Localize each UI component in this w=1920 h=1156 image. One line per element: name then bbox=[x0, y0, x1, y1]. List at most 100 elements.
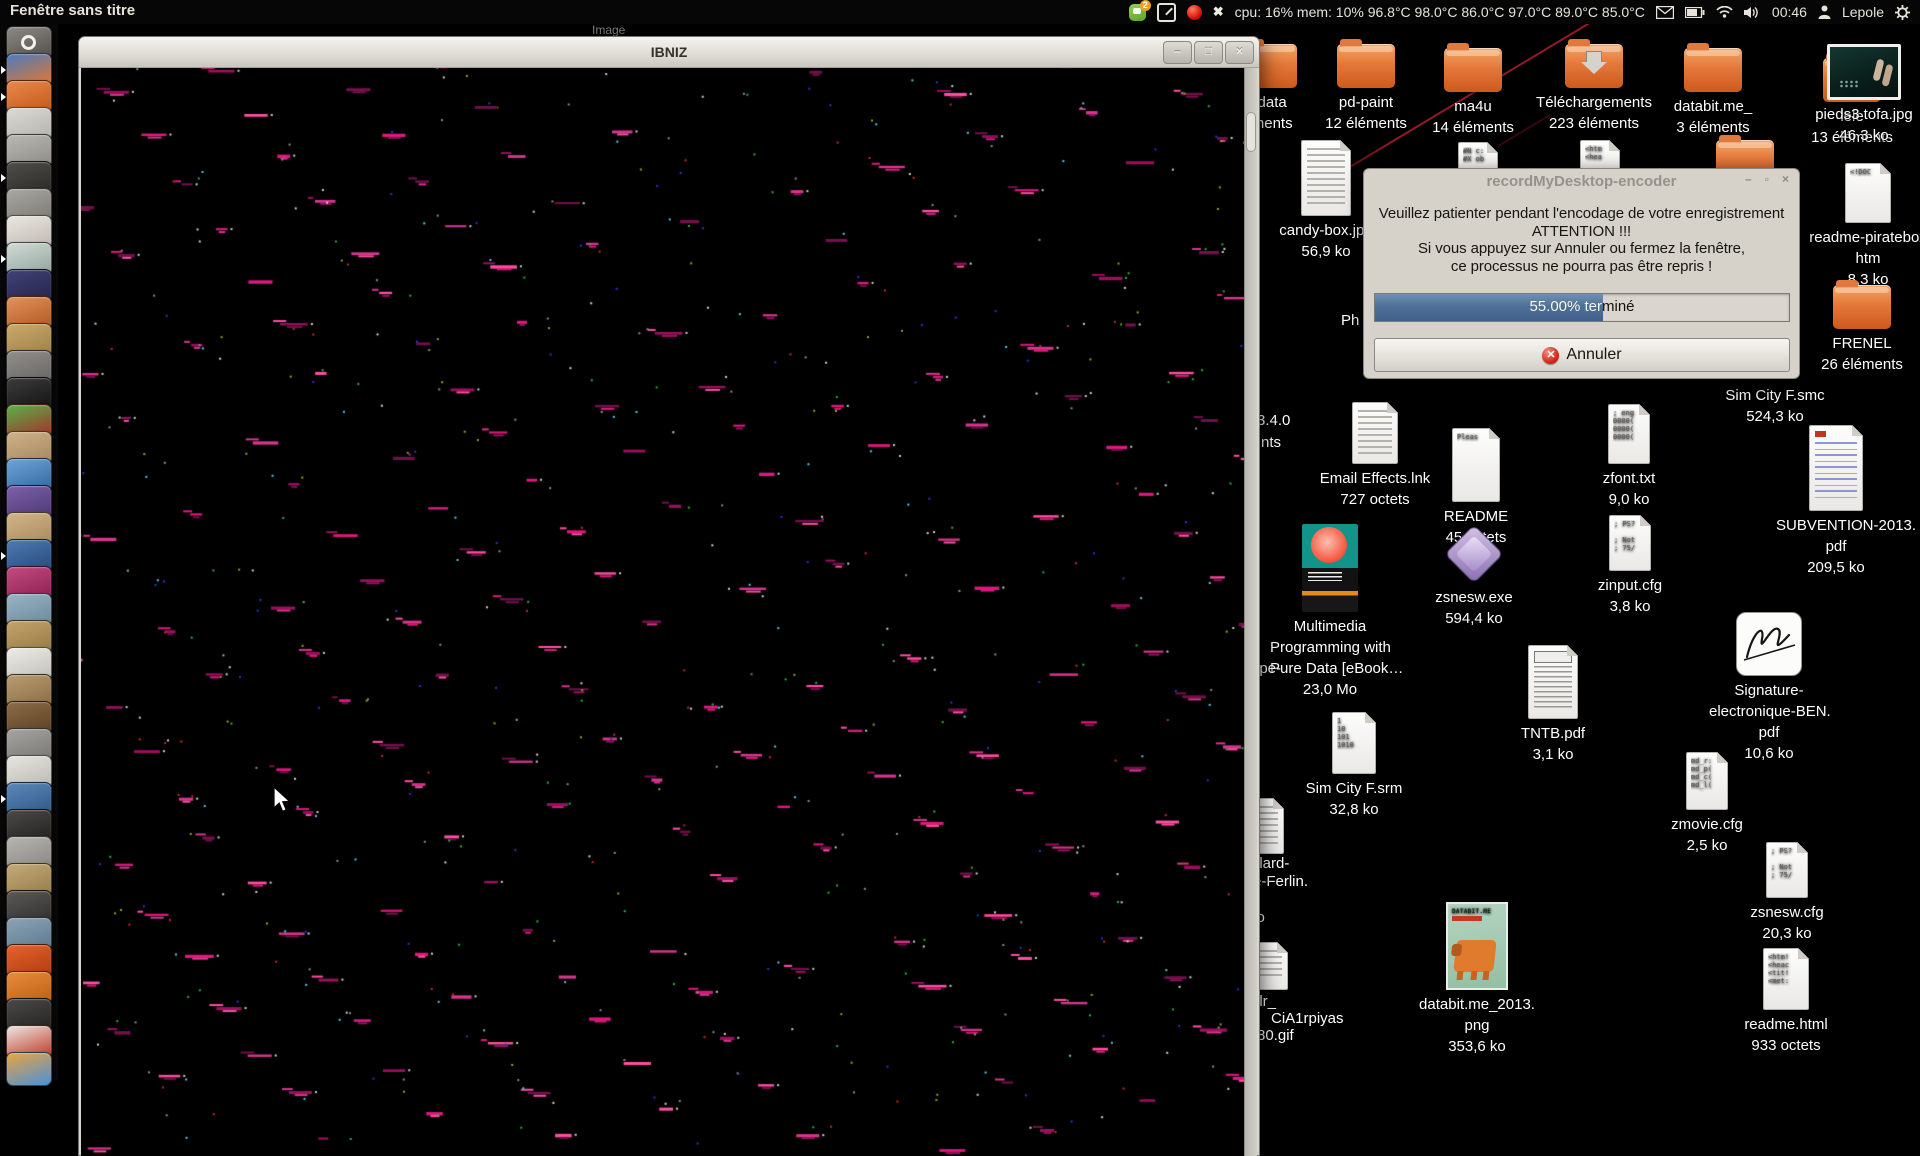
icon-label: png bbox=[1464, 1017, 1490, 1034]
desktop-icon-signature-pdf[interactable]: Signature-electronique-BEN. pdf 10,6 ko bbox=[1709, 612, 1831, 764]
pdf-header-block bbox=[1534, 651, 1572, 663]
icon-label: 353,6 ko bbox=[1448, 1038, 1506, 1055]
icon-label: htm bbox=[1855, 250, 1881, 267]
icon-label: readme-piratebox bbox=[1809, 229, 1920, 246]
desktop-icon-sim-city-smc[interactable]: Sim City F.smc 524,3 ko bbox=[1715, 385, 1835, 427]
cancel-button[interactable]: ✕ Annuler bbox=[1374, 338, 1790, 372]
session-cross-icon[interactable]: ✖ bbox=[1213, 4, 1224, 20]
dialog-maximize-button[interactable]: ▫ bbox=[1765, 172, 1769, 186]
dialog-message: Veuillez patienter pendant l'encodage de… bbox=[1368, 205, 1795, 275]
desktop-icon-databit-me[interactable]: databit.me_ 3 éléments bbox=[1653, 43, 1773, 138]
icon-label: 933 octets bbox=[1751, 1037, 1821, 1054]
folder-icon bbox=[1337, 39, 1395, 88]
doc-icon: ; eng 0000( 0000( 0000( bbox=[1608, 404, 1650, 464]
icon-label: 3,1 ko bbox=[1532, 746, 1574, 763]
desktop-icon-zsnesw-cfg[interactable]: ; PS? ; Not ; 75/zsnesw.cfg 20,3 ko bbox=[1727, 842, 1847, 944]
icon-label: pdf bbox=[1758, 724, 1780, 741]
doc-icon bbox=[1301, 140, 1351, 216]
file-preview-text: Pleas bbox=[1457, 433, 1479, 441]
icon-label: Signature- bbox=[1734, 682, 1804, 699]
document-text-lines bbox=[1358, 410, 1392, 454]
doc-icon bbox=[1352, 402, 1398, 464]
dialog-minimize-button[interactable]: – bbox=[1745, 172, 1752, 186]
dialog-close-button[interactable]: × bbox=[1782, 172, 1789, 186]
record-indicator-icon[interactable] bbox=[1186, 4, 1202, 20]
window-controls: – □ × bbox=[1163, 41, 1254, 64]
cancel-button-label: Annuler bbox=[1566, 346, 1622, 363]
mail-icon[interactable] bbox=[1655, 5, 1674, 19]
clock[interactable]: 00:46 bbox=[1772, 4, 1807, 20]
desktop-icon-zsnesw-exe[interactable]: zsnesw.exe 594,4 ko bbox=[1414, 524, 1534, 629]
ibniz-canvas[interactable] bbox=[81, 68, 1245, 1156]
dialog-titlebar[interactable]: recordMyDesktop-encoder – ▫ × bbox=[1364, 169, 1799, 193]
ibniz-window: IBNIZ – □ × bbox=[78, 36, 1260, 1156]
desktop-icon-zinput-cfg[interactable]: ; PS? ; Not ; 75/zinput.cfg 3,8 ko bbox=[1570, 515, 1690, 617]
diamond-icon bbox=[1444, 524, 1504, 584]
icon-label: 209,5 ko bbox=[1807, 559, 1865, 576]
icon-label: databit.me_2013. bbox=[1419, 996, 1535, 1013]
icon-label: Sim City F.smc bbox=[1725, 387, 1825, 404]
dialog-title: recordMyDesktop-encoder bbox=[1486, 172, 1677, 190]
desktop-icon-tntb-pdf[interactable]: TNTB.pdf 3,1 ko bbox=[1493, 645, 1613, 765]
doc-icon: md_r: md_p( md_c( md_l( bbox=[1686, 752, 1728, 810]
dialog-message-line: Veuillez patienter pendant l'encodage de… bbox=[1378, 205, 1785, 222]
desktop-icon-pd-paint[interactable]: pd-paint 12 éléments bbox=[1306, 39, 1426, 134]
folder-icon bbox=[1833, 280, 1891, 329]
pdf-icon bbox=[1809, 425, 1863, 511]
wifi-icon[interactable] bbox=[1716, 6, 1733, 18]
ibniz-render-area[interactable] bbox=[81, 68, 1245, 1156]
desktop-icon-frenel[interactable]: FRENEL 26 éléments bbox=[1802, 280, 1920, 375]
icon-label: TNTB.pdf bbox=[1520, 725, 1586, 742]
desktop-icon-multimedia-ebook[interactable]: Multimedia Programming with Pure Data [eBo… bbox=[1270, 524, 1404, 700]
desktop-icon-readme-piratebox[interactable]: <!DOC readme-piratebox htm 8,3 ko bbox=[1808, 163, 1920, 290]
icon-label: zsnesw.exe bbox=[1435, 589, 1513, 606]
doc-icon: Pleas bbox=[1452, 428, 1500, 502]
running-indicator-arrow bbox=[1, 552, 6, 560]
launcher-item-chromium[interactable] bbox=[6, 1052, 52, 1086]
icon-label: zmovie.cfg bbox=[1671, 816, 1743, 833]
minimize-button[interactable]: – bbox=[1163, 41, 1192, 64]
icon-label: 46,3 ko bbox=[1839, 127, 1889, 144]
user-menu[interactable]: Lepole bbox=[1842, 4, 1884, 20]
file-preview-text: <htm! <heac <tit! <met: bbox=[1768, 953, 1790, 985]
icon-label: 14 éléments bbox=[1432, 119, 1514, 136]
close-button[interactable]: × bbox=[1225, 41, 1254, 64]
doc-icon: ; PS? ; Not ; 75/ bbox=[1609, 515, 1651, 571]
desktop-icon-pieds3-tofa[interactable]: pieds3 tofa.jpg 46,3 ko bbox=[1804, 44, 1920, 146]
icon-label: databit.me_ bbox=[1673, 98, 1753, 115]
scrollbar-thumb[interactable] bbox=[1246, 112, 1256, 152]
icon-label: readme.html bbox=[1744, 1016, 1828, 1033]
icon-label: Multimedia bbox=[1293, 618, 1367, 635]
desktop-label-fragment: Ph bbox=[1341, 312, 1360, 329]
gear-icon[interactable] bbox=[1895, 4, 1910, 20]
compose-icon[interactable] bbox=[1156, 2, 1176, 22]
maximize-button[interactable]: □ bbox=[1194, 41, 1223, 64]
folder-icon bbox=[1684, 43, 1742, 92]
running-indicator-arrow bbox=[1, 174, 6, 182]
download-arrow bbox=[1581, 52, 1607, 74]
book-icon bbox=[1302, 524, 1358, 612]
desktop-icon-ma4u[interactable]: ma4u 14 éléments bbox=[1413, 43, 1533, 138]
dialog-message-line: ATTENTION !!! bbox=[1531, 222, 1632, 240]
recordmydesktop-dialog: recordMyDesktop-encoder – ▫ × Veuillez p… bbox=[1363, 168, 1800, 379]
desktop-icon-zmovie-cfg[interactable]: md_r: md_p( md_c( md_l(zmovie.cfg 2,5 ko bbox=[1647, 752, 1767, 856]
icon-label: Pure Data [eBook… bbox=[1270, 660, 1404, 677]
poster-animal-figure bbox=[1453, 940, 1497, 972]
desktop-icon-subvention-pdf[interactable]: SUBVENTION-2013. pdf 209,5 ko bbox=[1776, 425, 1917, 578]
messaging-icon[interactable]: 2 bbox=[1128, 0, 1151, 21]
doc-icon: <!DOC bbox=[1845, 163, 1891, 223]
background-window-title: Image bbox=[592, 23, 626, 37]
poster-red-band bbox=[1452, 916, 1482, 921]
battery-icon[interactable] bbox=[1684, 6, 1705, 18]
icon-label: SUBVENTION-2013. bbox=[1776, 517, 1917, 534]
desktop-icon-readme-html[interactable]: <htm! <heac <tit! <met: readme.html 933 oc… bbox=[1726, 948, 1846, 1056]
volume-icon[interactable] bbox=[1743, 6, 1761, 19]
icon-label: pieds3 tofa.jpg bbox=[1815, 106, 1913, 123]
desktop-icon-databit-png[interactable]: DATABIT.ME databit.me_2013. png 353,6 ko bbox=[1417, 902, 1537, 1057]
desktop-icon-zfont-txt[interactable]: ; eng 0000( 0000( 0000(zfont.txt 9,0 ko bbox=[1569, 404, 1689, 510]
desktop-icon-telechargements[interactable]: Téléchargements 223 éléments bbox=[1534, 39, 1654, 134]
file-preview-text: <!DOC bbox=[1850, 168, 1872, 176]
ibniz-scrollbar[interactable] bbox=[1244, 68, 1257, 1156]
file-preview-text: ; PS? ; Not ; 75/ bbox=[1771, 847, 1793, 879]
ibniz-titlebar[interactable]: IBNIZ – □ × bbox=[79, 37, 1259, 68]
